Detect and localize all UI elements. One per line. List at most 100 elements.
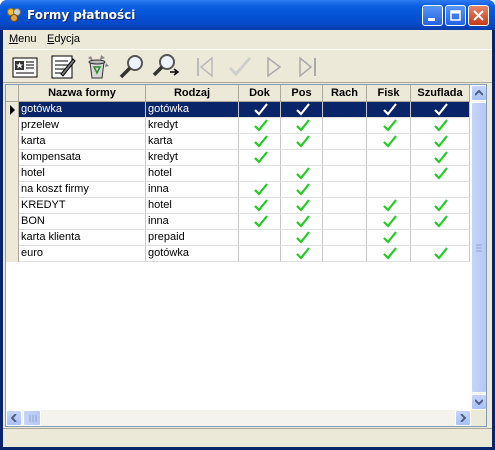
cell-pos[interactable] xyxy=(281,214,323,230)
cell-rach[interactable] xyxy=(323,182,367,198)
scroll-left-button[interactable] xyxy=(6,410,22,426)
confirm-button[interactable] xyxy=(225,53,255,81)
cell-type[interactable]: kredyt xyxy=(146,150,239,166)
cell-fisk[interactable] xyxy=(367,134,411,150)
cell-name[interactable]: hotel xyxy=(19,166,146,182)
table-row[interactable]: hotel hotel xyxy=(6,166,470,182)
cell-pos[interactable] xyxy=(281,118,323,134)
cell-name[interactable]: przelew xyxy=(19,118,146,134)
cell-type[interactable]: kredyt xyxy=(146,118,239,134)
row-indicator[interactable] xyxy=(6,182,19,198)
table-row[interactable]: gotówka gotówka xyxy=(6,102,470,118)
edit-button[interactable] xyxy=(48,53,78,81)
cell-pos[interactable] xyxy=(281,150,323,166)
cell-pos[interactable] xyxy=(281,230,323,246)
cell-fisk[interactable] xyxy=(367,246,411,262)
row-indicator[interactable] xyxy=(6,198,19,214)
cell-dok[interactable] xyxy=(239,214,281,230)
cell-rach[interactable] xyxy=(323,150,367,166)
cell-type[interactable]: prepaid xyxy=(146,230,239,246)
title-bar[interactable]: Formy płatności xyxy=(0,0,495,30)
cell-szuflada[interactable] xyxy=(411,134,470,150)
search-button[interactable] xyxy=(117,53,147,81)
scroll-down-button[interactable] xyxy=(471,394,486,410)
scroll-right-button[interactable] xyxy=(455,410,471,426)
cell-type[interactable]: karta xyxy=(146,134,239,150)
cell-szuflada[interactable] xyxy=(411,182,470,198)
table-row[interactable]: KREDYT hotel xyxy=(6,198,470,214)
cell-pos[interactable] xyxy=(281,182,323,198)
cell-szuflada[interactable] xyxy=(411,214,470,230)
cell-fisk[interactable] xyxy=(367,166,411,182)
horizontal-scroll-thumb[interactable] xyxy=(23,410,41,426)
next-record-button[interactable] xyxy=(259,53,289,81)
table-row[interactable]: euro gotówka xyxy=(6,246,470,262)
row-indicator[interactable] xyxy=(6,118,19,134)
cell-name[interactable]: gotówka xyxy=(19,102,146,118)
horizontal-scrollbar[interactable] xyxy=(6,410,471,426)
cell-dok[interactable] xyxy=(239,102,281,118)
cell-name[interactable]: karta klienta xyxy=(19,230,146,246)
cell-fisk[interactable] xyxy=(367,230,411,246)
column-header-nazwa-formy[interactable]: Nazwa formy xyxy=(19,85,146,102)
cell-rach[interactable] xyxy=(323,214,367,230)
row-indicator[interactable] xyxy=(6,246,19,262)
column-header-rach[interactable]: Rach xyxy=(323,85,367,102)
cell-type[interactable]: inna xyxy=(146,214,239,230)
cell-name[interactable]: BON xyxy=(19,214,146,230)
cell-dok[interactable] xyxy=(239,182,281,198)
cell-pos[interactable] xyxy=(281,134,323,150)
cell-name[interactable]: euro xyxy=(19,246,146,262)
cell-name[interactable]: KREDYT xyxy=(19,198,146,214)
cell-type[interactable]: gotówka xyxy=(146,102,239,118)
cell-szuflada[interactable] xyxy=(411,102,470,118)
row-indicator[interactable] xyxy=(6,230,19,246)
new-record-button[interactable] xyxy=(11,53,41,81)
cell-type[interactable]: inna xyxy=(146,182,239,198)
cell-szuflada[interactable] xyxy=(411,230,470,246)
search-next-button[interactable] xyxy=(151,53,181,81)
column-header-dok[interactable]: Dok xyxy=(239,85,281,102)
menu-menu[interactable]: Menu xyxy=(9,33,37,45)
table-row[interactable]: karta karta xyxy=(6,134,470,150)
cell-dok[interactable] xyxy=(239,198,281,214)
cell-dok[interactable] xyxy=(239,246,281,262)
first-record-button[interactable] xyxy=(192,53,222,81)
cell-type[interactable]: hotel xyxy=(146,166,239,182)
cell-dok[interactable] xyxy=(239,118,281,134)
cell-rach[interactable] xyxy=(323,134,367,150)
cell-pos[interactable] xyxy=(281,102,323,118)
minimize-button[interactable] xyxy=(422,5,443,26)
cell-rach[interactable] xyxy=(323,102,367,118)
row-indicator[interactable] xyxy=(6,102,19,118)
menu-edycja[interactable]: Edycja xyxy=(47,33,80,45)
cell-fisk[interactable] xyxy=(367,150,411,166)
row-indicator[interactable] xyxy=(6,134,19,150)
cell-type[interactable]: hotel xyxy=(146,198,239,214)
last-record-button[interactable] xyxy=(293,53,323,81)
cell-name[interactable]: kompensata xyxy=(19,150,146,166)
cell-rach[interactable] xyxy=(323,118,367,134)
cell-fisk[interactable] xyxy=(367,102,411,118)
cell-szuflada[interactable] xyxy=(411,150,470,166)
cell-fisk[interactable] xyxy=(367,214,411,230)
table-row[interactable]: karta klienta prepaid xyxy=(6,230,470,246)
table-row[interactable]: kompensata kredyt xyxy=(6,150,470,166)
scroll-up-button[interactable] xyxy=(471,85,486,101)
row-indicator[interactable] xyxy=(6,150,19,166)
table-row[interactable]: na koszt firmy inna xyxy=(6,182,470,198)
table-row[interactable]: BON inna xyxy=(6,214,470,230)
column-header-szuflada[interactable]: Szuflada xyxy=(411,85,470,102)
cell-rach[interactable] xyxy=(323,198,367,214)
cell-pos[interactable] xyxy=(281,166,323,182)
cell-dok[interactable] xyxy=(239,166,281,182)
cell-szuflada[interactable] xyxy=(411,246,470,262)
column-header-fisk[interactable]: Fisk xyxy=(367,85,411,102)
row-indicator[interactable] xyxy=(6,166,19,182)
delete-button[interactable] xyxy=(83,53,113,81)
cell-dok[interactable] xyxy=(239,134,281,150)
table-row[interactable]: przelew kredyt xyxy=(6,118,470,134)
cell-pos[interactable] xyxy=(281,246,323,262)
cell-szuflada[interactable] xyxy=(411,166,470,182)
maximize-button[interactable] xyxy=(445,5,466,26)
